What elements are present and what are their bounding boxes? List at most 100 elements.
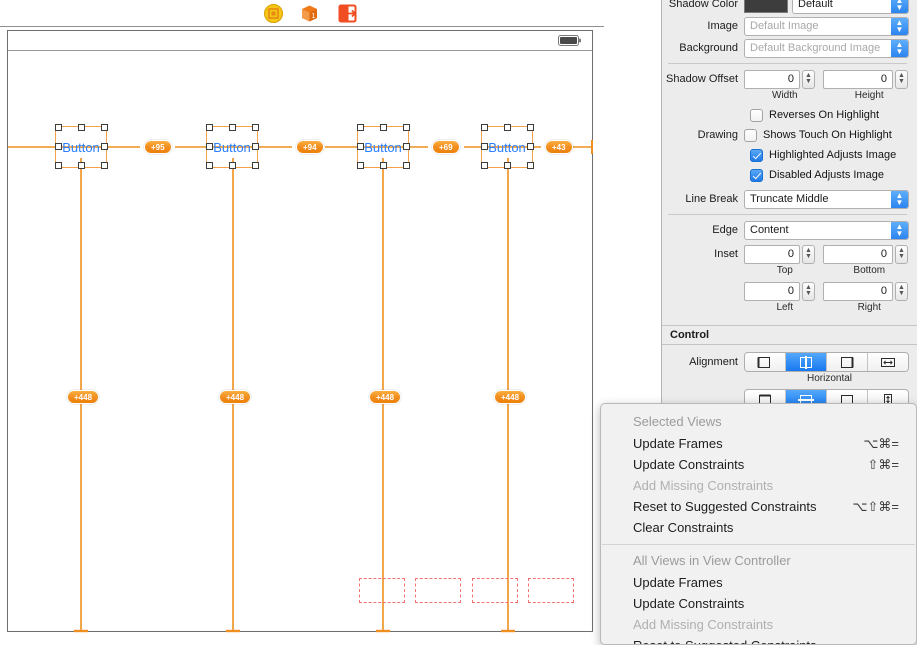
menu-item-update-frames-selected[interactable]: Update Frames ⌥⌘= bbox=[601, 433, 916, 454]
resize-handle[interactable] bbox=[403, 162, 410, 169]
align-left-segment[interactable] bbox=[745, 353, 786, 371]
constraint-badge[interactable]: +448 bbox=[67, 390, 100, 404]
first-responder-icon[interactable]: 1 bbox=[300, 4, 319, 23]
highlighted-adjusts-image-checkbox[interactable] bbox=[750, 148, 763, 162]
resize-handle[interactable] bbox=[55, 143, 62, 150]
constraints-context-menu[interactable]: Selected Views Update Frames ⌥⌘= Update … bbox=[600, 403, 917, 645]
shadow-color-popup[interactable]: Default ▲ ▼ bbox=[792, 0, 909, 14]
resize-handle[interactable] bbox=[504, 124, 511, 131]
resize-handle[interactable] bbox=[78, 162, 85, 169]
menu-item-clear-constraints-selected[interactable]: Clear Constraints bbox=[601, 517, 916, 538]
edge-row[interactable]: Edge Content ▲ ▼ bbox=[662, 219, 917, 241]
shadow-color-well[interactable] bbox=[744, 0, 788, 13]
inset-top-stepper[interactable]: ▲ ▼ bbox=[802, 244, 815, 264]
resize-handle[interactable] bbox=[101, 162, 108, 169]
resize-handle[interactable] bbox=[527, 143, 534, 150]
resize-handle[interactable] bbox=[380, 162, 387, 169]
shows-touch-on-highlight-checkbox[interactable] bbox=[744, 128, 757, 142]
shadow-offset-width-stepper[interactable]: ▲ ▼ bbox=[802, 69, 815, 89]
drawing-option-1-row[interactable]: Drawing Shows Touch On Highlight bbox=[662, 125, 917, 145]
resize-handle[interactable] bbox=[380, 124, 387, 131]
align-right-segment[interactable] bbox=[827, 353, 868, 371]
constraint-badge[interactable]: +448 bbox=[494, 390, 527, 404]
shadow-offset-row[interactable]: Shadow Offset 0 ▲ ▼ 0 ▲ ▼ bbox=[662, 68, 917, 90]
button-label[interactable]: Button bbox=[482, 137, 532, 158]
inset-bottom-input[interactable]: 0 bbox=[823, 244, 893, 264]
inset-top-bottom-row[interactable]: Inset 0 ▲ ▼ 0 ▲ ▼ bbox=[662, 243, 917, 265]
align-center-segment[interactable] bbox=[786, 353, 827, 371]
resize-handle[interactable] bbox=[252, 143, 259, 150]
image-popup[interactable]: Default Image ▲ ▼ bbox=[744, 16, 909, 36]
button-label[interactable]: Button bbox=[358, 137, 408, 158]
shadow-offset-height-stepper[interactable]: ▲ ▼ bbox=[895, 69, 908, 89]
disabled-adjusts-image-checkbox[interactable] bbox=[750, 168, 763, 182]
resize-handle[interactable] bbox=[357, 162, 364, 169]
drawing-option-3-row[interactable]: Disabled Adjusts Image bbox=[662, 165, 917, 185]
resize-handle[interactable] bbox=[481, 162, 488, 169]
device-view[interactable] bbox=[7, 30, 593, 632]
resize-handle[interactable] bbox=[527, 162, 534, 169]
inset-left-stepper[interactable]: ▲ ▼ bbox=[802, 281, 815, 301]
drawing-option-0-row[interactable]: Reverses On Highlight bbox=[662, 105, 917, 125]
horizontal-alignment-segmented[interactable] bbox=[744, 352, 909, 372]
resize-handle[interactable] bbox=[357, 143, 364, 150]
canvas-pane[interactable]: 1 Button Button Button Button +95 +94 +6… bbox=[0, 0, 604, 645]
line-break-row[interactable]: Line Break Truncate Middle ▲ ▼ bbox=[662, 188, 917, 210]
resize-handle[interactable] bbox=[481, 124, 488, 131]
resize-handle[interactable] bbox=[229, 124, 236, 131]
resize-handle[interactable] bbox=[55, 124, 62, 131]
align-fill-horizontal-segment[interactable] bbox=[868, 353, 908, 371]
resize-handle[interactable] bbox=[55, 162, 62, 169]
menu-item-update-frames-all[interactable]: Update Frames bbox=[601, 572, 916, 593]
resize-handle[interactable] bbox=[357, 124, 364, 131]
inset-bottom-stepper[interactable]: ▲ ▼ bbox=[895, 244, 908, 264]
constraint-badge[interactable]: +43 bbox=[545, 140, 573, 154]
menu-item-reset-to-suggested-all[interactable]: Reset to Suggested Constraints bbox=[601, 635, 916, 644]
inset-right-stepper[interactable]: ▲ ▼ bbox=[895, 281, 908, 301]
drawing-option-2-row[interactable]: Highlighted Adjusts Image bbox=[662, 145, 917, 165]
button-label[interactable]: Button bbox=[207, 137, 257, 158]
drawing-option-2-label: Highlighted Adjusts Image bbox=[769, 149, 897, 161]
constraint-badge[interactable]: +94 bbox=[296, 140, 324, 154]
shadow-offset-height-input[interactable]: 0 bbox=[823, 69, 893, 89]
resize-handle[interactable] bbox=[252, 162, 259, 169]
inset-left-right-row[interactable]: 0 ▲ ▼ 0 ▲ ▼ bbox=[662, 280, 917, 302]
menu-item-update-constraints-selected[interactable]: Update Constraints ⇧⌘= bbox=[601, 454, 916, 475]
edge-popup[interactable]: Content ▲ ▼ bbox=[744, 220, 909, 240]
line-break-popup[interactable]: Truncate Middle ▲ ▼ bbox=[744, 189, 909, 209]
resize-handle[interactable] bbox=[527, 124, 534, 131]
menu-item-update-constraints-all[interactable]: Update Constraints bbox=[601, 593, 916, 614]
resize-handle[interactable] bbox=[101, 143, 108, 150]
resize-handle[interactable] bbox=[206, 124, 213, 131]
alignment-horizontal-row[interactable]: Alignment bbox=[662, 351, 917, 373]
resize-handle[interactable] bbox=[229, 162, 236, 169]
menu-item-reset-to-suggested-selected[interactable]: Reset to Suggested Constraints ⌥⇧⌘= bbox=[601, 496, 916, 517]
image-row[interactable]: Image Default Image ▲ ▼ bbox=[662, 15, 917, 37]
resize-handle[interactable] bbox=[206, 143, 213, 150]
shadow-offset-width-input[interactable]: 0 bbox=[744, 69, 800, 89]
resize-handle[interactable] bbox=[403, 143, 410, 150]
resize-handle[interactable] bbox=[252, 124, 259, 131]
view-controller-icon[interactable] bbox=[264, 4, 283, 23]
constraint-badge[interactable]: +448 bbox=[369, 390, 402, 404]
background-popup[interactable]: Default Background Image ▲ ▼ bbox=[744, 38, 909, 58]
exit-icon[interactable] bbox=[338, 4, 357, 23]
resize-handle[interactable] bbox=[101, 124, 108, 131]
resize-handle[interactable] bbox=[206, 162, 213, 169]
constraint-badge[interactable]: +69 bbox=[432, 140, 460, 154]
button-label[interactable]: Button bbox=[56, 137, 106, 158]
constraint-badge[interactable]: +95 bbox=[144, 140, 172, 154]
shadow-color-label: Shadow Color bbox=[668, 0, 738, 10]
reverses-on-highlight-checkbox[interactable] bbox=[750, 108, 763, 122]
inset-left-input[interactable]: 0 bbox=[744, 281, 800, 301]
shadow-color-row[interactable]: Shadow Color Default ▲ ▼ bbox=[662, 0, 917, 14]
inset-right-input[interactable]: 0 bbox=[823, 281, 893, 301]
resize-handle[interactable] bbox=[481, 143, 488, 150]
resize-handle[interactable] bbox=[504, 162, 511, 169]
background-row[interactable]: Background Default Background Image ▲ ▼ bbox=[662, 37, 917, 59]
resize-handle[interactable] bbox=[78, 124, 85, 131]
inset-top-input[interactable]: 0 bbox=[744, 244, 800, 264]
inset-right-sublabel: Right bbox=[857, 302, 881, 313]
resize-handle[interactable] bbox=[403, 124, 410, 131]
constraint-badge[interactable]: +448 bbox=[219, 390, 252, 404]
